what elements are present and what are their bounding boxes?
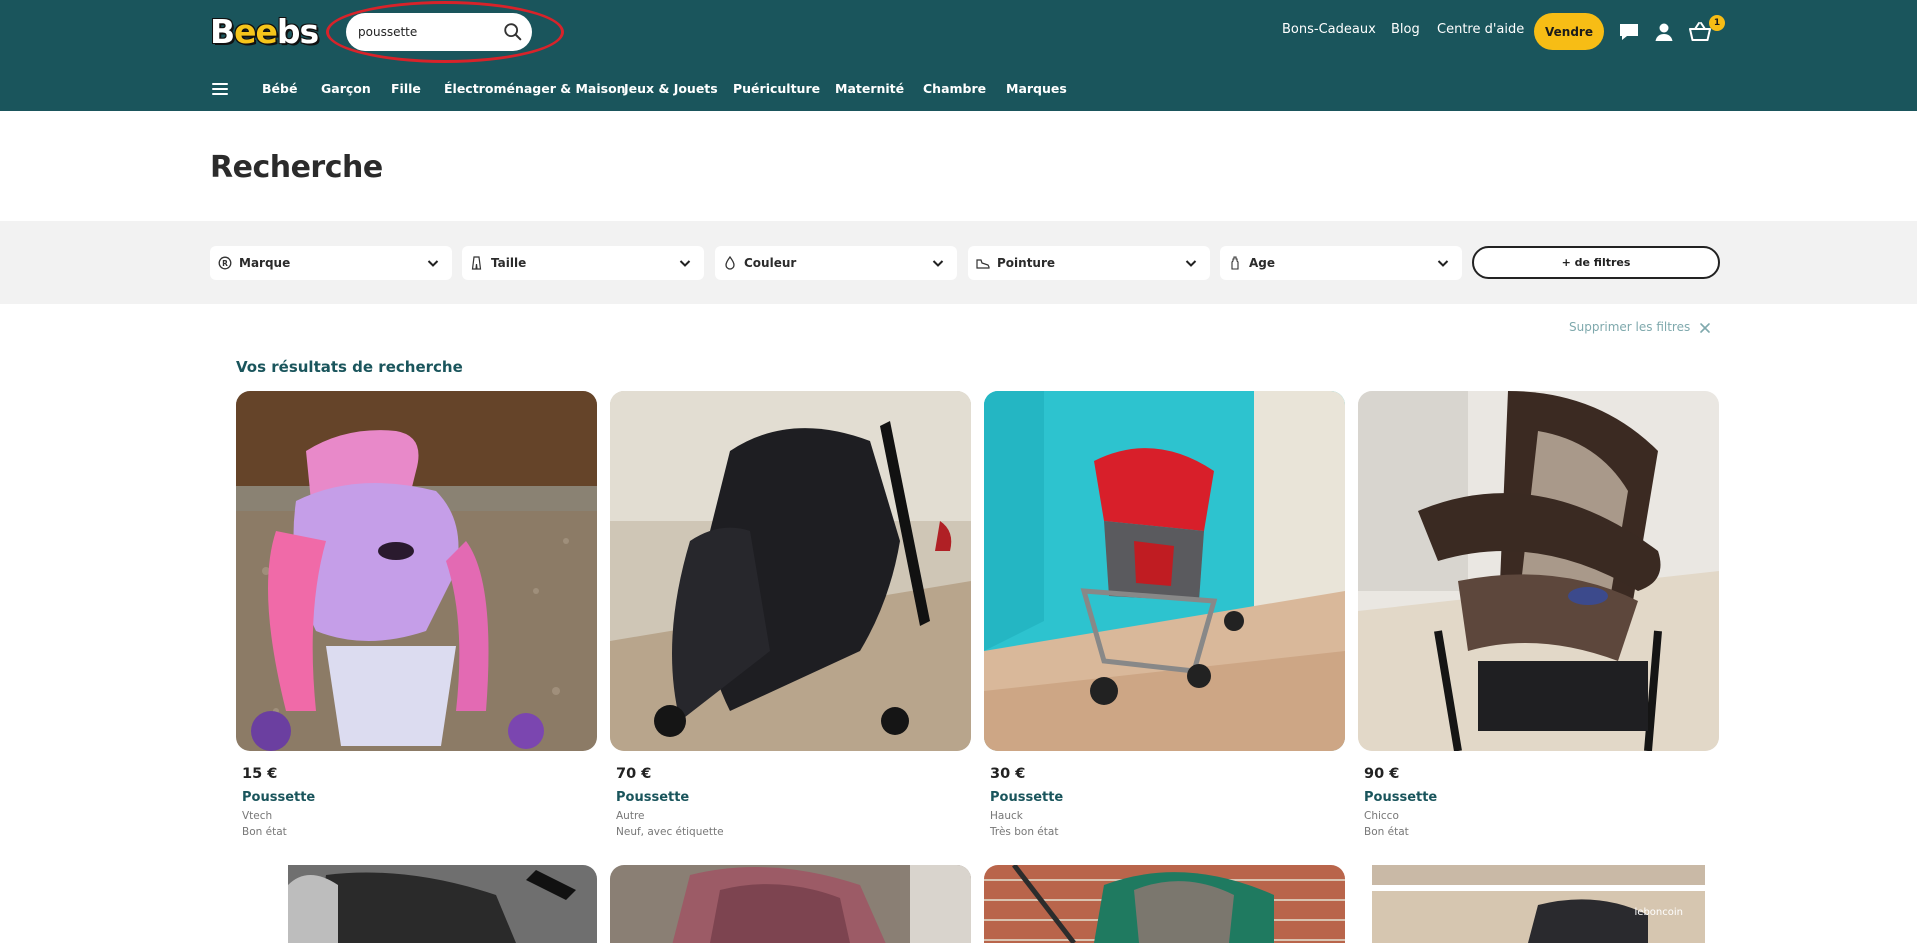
- nav-item-maternite[interactable]: Maternité: [835, 81, 904, 96]
- help-center-link[interactable]: Centre d'aide: [1437, 22, 1524, 37]
- nav-item-electromenager-maison[interactable]: Électroménager & Maison: [444, 81, 626, 96]
- product-title: Poussette: [1364, 790, 1438, 805]
- clear-filters-link[interactable]: Supprimer les filtres: [1569, 320, 1690, 334]
- size-icon: [471, 256, 482, 270]
- filter-age[interactable]: Age: [1220, 246, 1462, 280]
- account-icon[interactable]: [1652, 20, 1676, 44]
- filter-label: Couleur: [744, 256, 797, 270]
- menu-icon[interactable]: [212, 83, 228, 97]
- filter-marque[interactable]: R Marque: [210, 246, 452, 280]
- baby-bottle-icon: [1231, 256, 1239, 270]
- sell-button[interactable]: Vendre: [1534, 13, 1604, 50]
- main-nav: Bébé Garçon Fille Électroménager & Maiso…: [0, 78, 1917, 100]
- nav-item-chambre[interactable]: Chambre: [923, 81, 986, 96]
- page-title: Recherche: [210, 150, 383, 185]
- product-title: Poussette: [242, 790, 316, 805]
- product-condition: Bon état: [1364, 826, 1409, 838]
- product-condition: Neuf, avec étiquette: [616, 826, 724, 838]
- filter-label: Taille: [491, 256, 527, 270]
- nav-item-puericulture[interactable]: Puériculture: [733, 81, 820, 96]
- product-price: 90 €: [1364, 766, 1400, 782]
- product-image: [236, 391, 597, 751]
- beebs-logo[interactable]: Beebs: [210, 12, 324, 52]
- chevron-down-icon: [427, 260, 439, 267]
- chevron-down-icon: [932, 260, 944, 267]
- product-image: [984, 391, 1345, 751]
- product-card[interactable]: leboncoin: [1358, 865, 1719, 943]
- product-image: [610, 391, 971, 751]
- chevron-down-icon: [679, 260, 691, 267]
- product-brand: Vtech: [242, 810, 273, 822]
- more-filters-button[interactable]: + de filtres: [1472, 246, 1720, 279]
- filter-label: Marque: [239, 256, 291, 270]
- filter-label: Pointure: [997, 256, 1056, 270]
- product-price: 70 €: [616, 766, 652, 782]
- shoe-icon: [976, 259, 990, 269]
- chevron-down-icon: [1185, 260, 1197, 267]
- cart-count-badge: 1: [1709, 15, 1725, 31]
- product-price: 15 €: [242, 766, 278, 782]
- product-card[interactable]: 30 € Poussette Hauck Très bon état: [984, 391, 1345, 851]
- color-drop-icon: [725, 256, 735, 270]
- chat-icon[interactable]: [1617, 20, 1641, 44]
- product-condition: Très bon état: [990, 826, 1059, 838]
- nav-item-garcon[interactable]: Garçon: [321, 81, 371, 96]
- nav-item-fille[interactable]: Fille: [391, 81, 421, 96]
- search-box: [346, 13, 532, 51]
- brand-icon: R: [218, 256, 232, 270]
- filter-label: Age: [1249, 256, 1276, 270]
- product-title: Poussette: [616, 790, 690, 805]
- product-card[interactable]: 90 € Poussette Chicco Bon état: [1358, 391, 1719, 851]
- blog-link[interactable]: Blog: [1391, 22, 1420, 37]
- nav-item-bebe[interactable]: Bébé: [262, 81, 297, 96]
- site-header: Beebs Bons-Cadeaux Blog Centre d'aide Ve…: [0, 0, 1917, 111]
- product-card[interactable]: 70 € Poussette Autre Neuf, avec étiquett…: [610, 391, 971, 851]
- product-condition: Bon état: [242, 826, 287, 838]
- nav-item-marques[interactable]: Marques: [1006, 81, 1067, 96]
- product-image: [610, 865, 971, 943]
- product-card[interactable]: 15 € Poussette Vtech Bon état: [236, 391, 597, 851]
- chevron-down-icon: [1437, 260, 1449, 267]
- product-brand: Chicco: [1364, 810, 1399, 822]
- product-title: Poussette: [990, 790, 1064, 805]
- product-image: leboncoin: [1358, 865, 1719, 943]
- product-price: 30 €: [990, 766, 1026, 782]
- product-brand: Autre: [616, 810, 645, 822]
- filter-couleur[interactable]: Couleur: [715, 246, 957, 280]
- results-title: Vos résultats de recherche: [236, 358, 463, 376]
- product-image: [236, 865, 597, 943]
- watermark-text: leboncoin: [1635, 907, 1683, 918]
- search-icon[interactable]: [502, 21, 524, 43]
- product-card[interactable]: [984, 865, 1345, 943]
- filter-pointure[interactable]: Pointure: [968, 246, 1210, 280]
- product-card[interactable]: [610, 865, 971, 943]
- product-image: [1358, 391, 1719, 751]
- product-brand: Hauck: [990, 810, 1023, 822]
- filter-taille[interactable]: Taille: [462, 246, 704, 280]
- product-image: [984, 865, 1345, 943]
- search-input[interactable]: [358, 13, 498, 51]
- product-card[interactable]: [236, 865, 597, 943]
- nav-item-jeux-jouets[interactable]: Jeux & Jouets: [624, 81, 718, 96]
- close-icon[interactable]: [1699, 322, 1711, 334]
- svg-text:R: R: [222, 259, 228, 268]
- gift-cards-link[interactable]: Bons-Cadeaux: [1282, 22, 1376, 37]
